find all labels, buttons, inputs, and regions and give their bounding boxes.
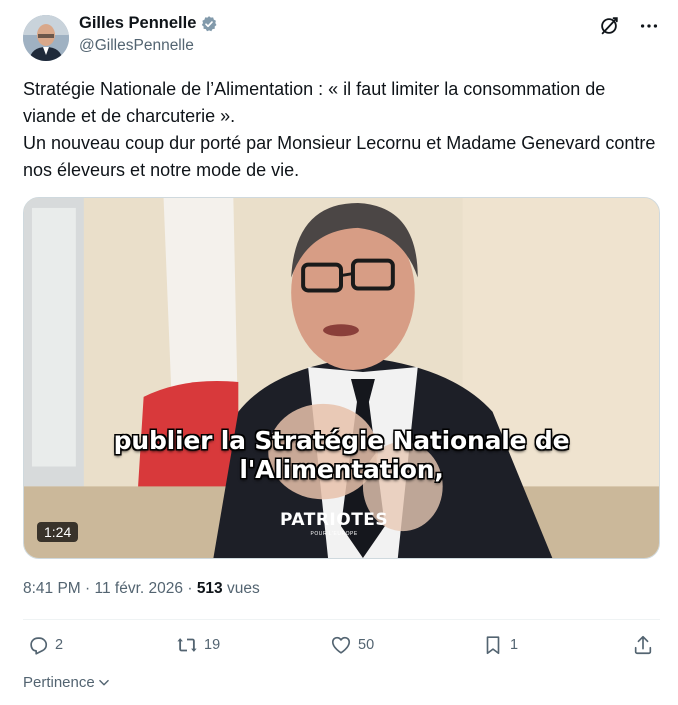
share-icon [634, 635, 652, 655]
patriotes-logo: PATRIOTES POUR L'EUROPE [280, 510, 388, 537]
repost-button[interactable]: 19 [176, 634, 220, 656]
grok-icon[interactable] [598, 15, 620, 37]
meta-separator: · [85, 580, 91, 597]
tweet-line-1: Stratégie Nationale de l’Alimentation : … [23, 79, 606, 126]
video-player[interactable]: publier la Stratégie Nationale de l'Alim… [23, 197, 660, 559]
share-button[interactable] [632, 634, 654, 656]
avatar-image [23, 15, 69, 61]
tweet-date[interactable]: 11 févr. 2026 [95, 580, 183, 597]
tweet-meta: 8:41 PM · 11 févr. 2026 · 513 vues [23, 580, 260, 598]
author-block: Gilles Pennelle @GillesPennelle [79, 14, 218, 55]
like-button[interactable]: 50 [330, 634, 374, 656]
reply-icon [30, 637, 48, 655]
tweet-line-2: Un nouveau coup dur porté par Monsieur L… [23, 133, 656, 180]
tweet-text: Stratégie Nationale de l’Alimentation : … [23, 76, 663, 184]
watermark-subtext: POUR L'EUROPE [310, 531, 358, 537]
avatar[interactable] [23, 15, 69, 61]
like-count: 50 [358, 637, 375, 653]
bookmark-icon [486, 636, 500, 655]
verified-badge-icon[interactable] [200, 15, 218, 33]
video-frame [24, 198, 659, 558]
author-handle[interactable]: @GillesPennelle [79, 37, 218, 55]
view-count: 513 [196, 580, 223, 597]
tweet-time[interactable]: 8:41 PM [23, 580, 81, 597]
reply-count: 2 [55, 637, 64, 653]
video-subtitle: publier la Stratégie Nationale de l'Alim… [113, 426, 570, 484]
tweet-actions: 2 19 50 1 [23, 634, 660, 662]
repost-count: 19 [204, 637, 221, 653]
header-actions [598, 15, 660, 37]
divider [23, 619, 660, 620]
author-name[interactable]: Gilles Pennelle [79, 14, 196, 33]
sort-dropdown[interactable]: Pertinence [23, 674, 111, 691]
bookmark-button[interactable]: 1 [482, 634, 518, 656]
video-duration: 1:24 [37, 522, 79, 542]
more-icon[interactable] [638, 15, 660, 37]
heart-icon [331, 636, 351, 654]
chevron-down-icon [98, 679, 109, 685]
views-label: vues [227, 580, 260, 597]
bookmark-count: 1 [510, 637, 519, 653]
reply-button[interactable]: 2 [27, 634, 63, 656]
meta-separator: · [187, 580, 193, 597]
sort-label: Pertinence [23, 674, 95, 691]
watermark-text: PATRIOTES [280, 510, 389, 530]
repost-icon [177, 638, 197, 652]
